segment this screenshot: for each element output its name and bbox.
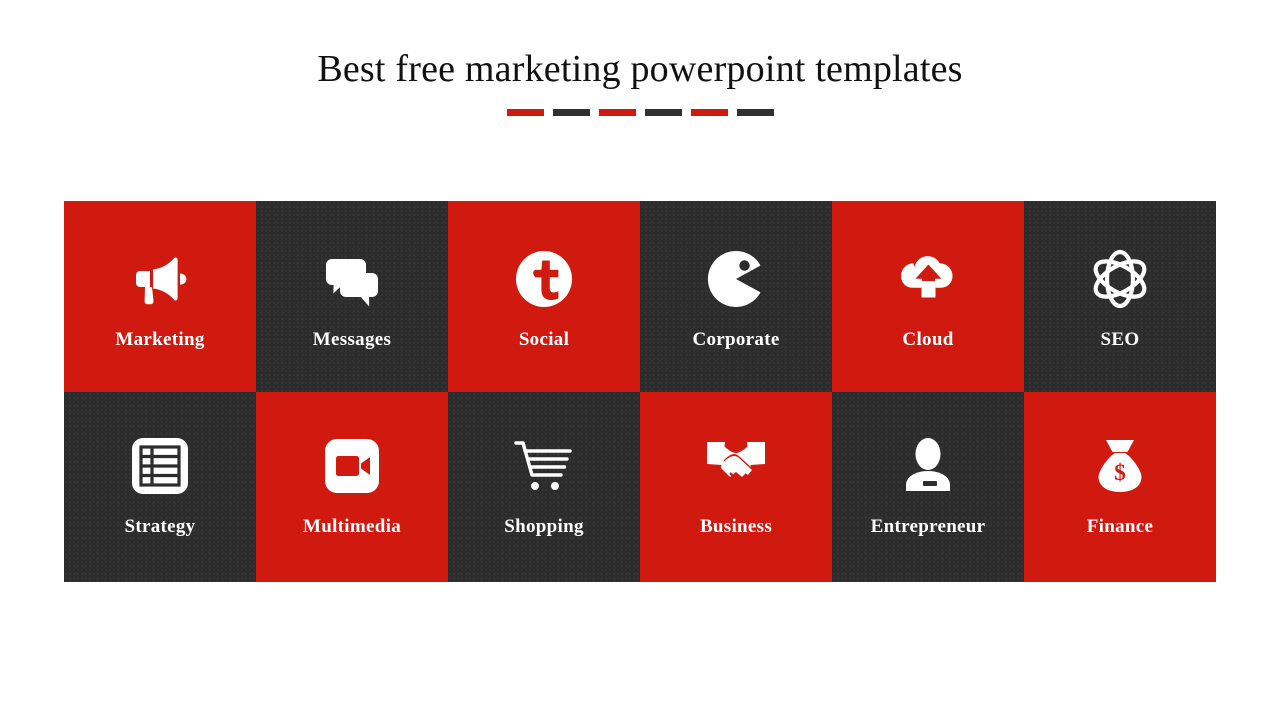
twitter-bird-icon bbox=[508, 243, 580, 315]
svg-text:$: $ bbox=[1114, 460, 1126, 485]
tile-corporate[interactable]: Corporate bbox=[640, 201, 832, 392]
divider-dash-3 bbox=[598, 108, 636, 116]
tile-shopping[interactable]: Shopping bbox=[448, 391, 640, 582]
tile-cloud[interactable]: Cloud bbox=[832, 201, 1024, 392]
pacman-icon bbox=[700, 243, 772, 315]
title-block: Best free marketing powerpoint templates bbox=[0, 48, 1280, 116]
video-camera-icon bbox=[316, 430, 388, 502]
tile-seo[interactable]: SEO bbox=[1024, 201, 1216, 392]
atom-icon bbox=[1084, 243, 1156, 315]
tile-multimedia[interactable]: Multimedia bbox=[256, 391, 448, 582]
tile-label: Multimedia bbox=[303, 515, 401, 537]
tile-entrepreneur[interactable]: Entrepreneur bbox=[832, 391, 1024, 582]
tile-label: Cloud bbox=[902, 329, 954, 350]
money-bag-icon: $ bbox=[1084, 430, 1156, 502]
tile-social[interactable]: Social bbox=[448, 201, 640, 392]
title-divider bbox=[0, 108, 1280, 116]
cloud-upload-icon bbox=[892, 243, 964, 315]
category-tile-grid: Marketing Messages Social Corporate Clou… bbox=[64, 201, 1216, 582]
tile-label: Marketing bbox=[115, 329, 205, 350]
tile-label: Social bbox=[518, 329, 570, 350]
tile-label: Entrepreneur bbox=[870, 515, 986, 537]
speech-bubbles-icon bbox=[316, 243, 388, 315]
tile-label: Messages bbox=[312, 329, 392, 350]
tile-marketing[interactable]: Marketing bbox=[64, 201, 256, 392]
divider-dash-6 bbox=[736, 108, 774, 116]
page-title: Best free marketing powerpoint templates bbox=[317, 48, 963, 90]
tile-label: SEO bbox=[1100, 329, 1140, 350]
handshake-icon bbox=[700, 430, 772, 502]
table-list-icon bbox=[124, 430, 196, 502]
tile-business[interactable]: Business bbox=[640, 391, 832, 582]
tile-label: Strategy bbox=[124, 515, 196, 537]
divider-dash-4 bbox=[644, 108, 682, 116]
businessman-icon bbox=[892, 430, 964, 502]
tile-label: Business bbox=[699, 515, 773, 537]
tile-messages[interactable]: Messages bbox=[256, 201, 448, 392]
divider-dash-2 bbox=[552, 108, 590, 116]
megaphone-icon bbox=[124, 243, 196, 315]
tile-label: Shopping bbox=[504, 515, 584, 537]
tile-label: Corporate bbox=[692, 329, 780, 350]
divider-dash-1 bbox=[506, 108, 544, 116]
tile-strategy[interactable]: Strategy bbox=[64, 391, 256, 582]
shopping-cart-icon bbox=[508, 430, 580, 502]
tile-finance[interactable]: $ Finance bbox=[1024, 391, 1216, 582]
divider-dash-5 bbox=[690, 108, 728, 116]
slide-canvas: Best free marketing powerpoint templates… bbox=[0, 0, 1280, 720]
tile-label: Finance bbox=[1086, 515, 1154, 537]
